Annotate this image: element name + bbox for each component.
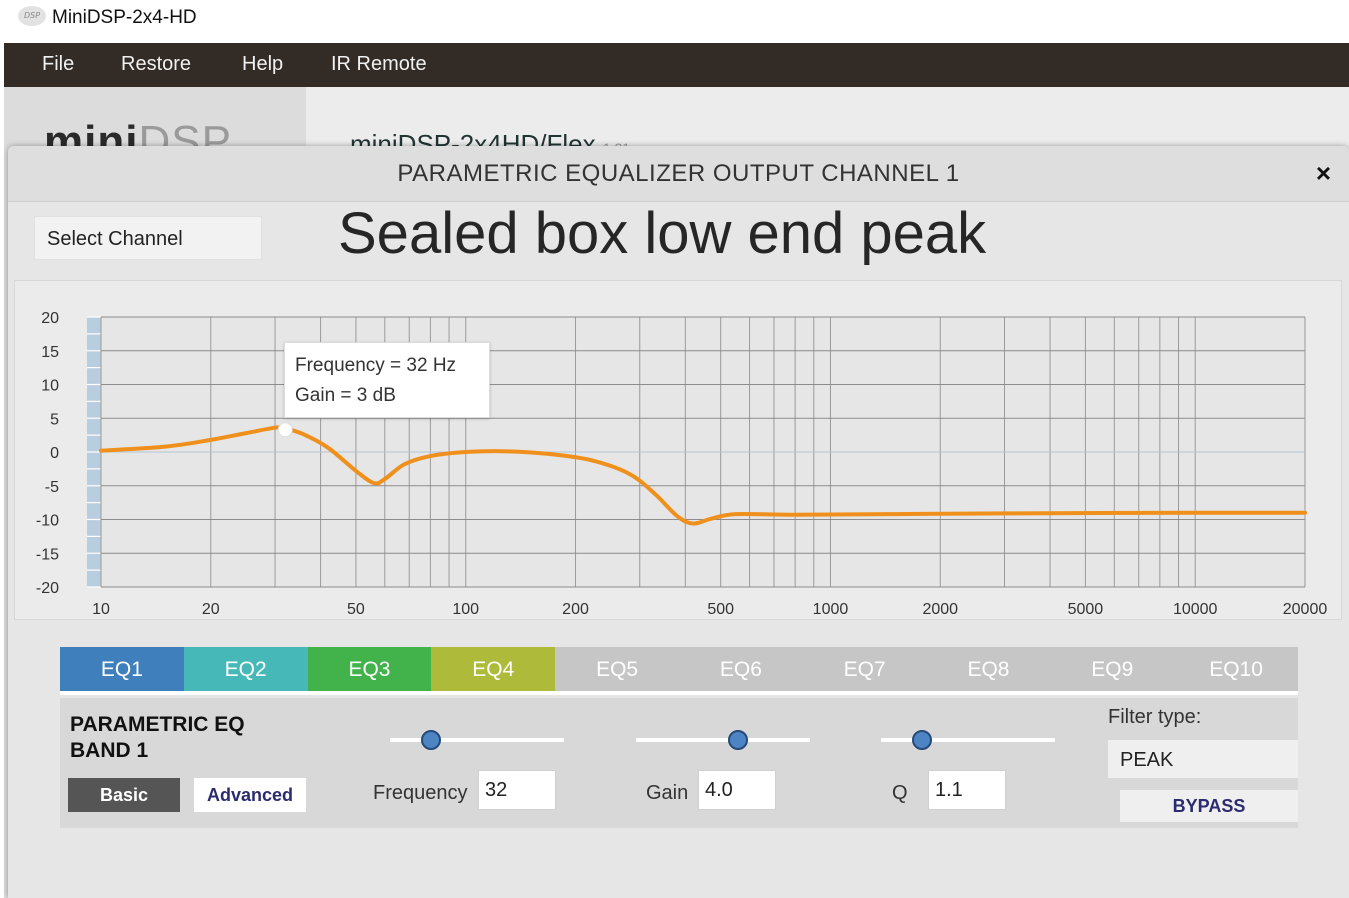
tab-eq7[interactable]: EQ7 xyxy=(802,647,927,693)
y-tick-label: -10 xyxy=(36,513,59,530)
frequency-label: Frequency xyxy=(373,782,468,804)
tab-eq5[interactable]: EQ5 xyxy=(555,647,679,693)
tab-eq9[interactable]: EQ9 xyxy=(1050,647,1175,693)
menu-ir-remote[interactable]: IR Remote xyxy=(331,53,427,76)
select-channel-button[interactable]: Select Channel xyxy=(34,216,262,260)
x-tick-label: 20000 xyxy=(1283,601,1328,618)
frequency-slider[interactable] xyxy=(390,728,564,752)
basic-button[interactable]: Basic xyxy=(68,778,180,812)
close-icon[interactable]: × xyxy=(1316,158,1331,189)
q-label: Q xyxy=(892,782,908,804)
dialog-header: PARAMETRIC EQUALIZER OUTPUT CHANNEL 1 × xyxy=(8,146,1349,202)
menu-file[interactable]: File xyxy=(42,53,74,76)
q-input[interactable] xyxy=(928,770,1006,810)
y-tick-label: 20 xyxy=(41,310,59,327)
tab-eq8[interactable]: EQ8 xyxy=(926,647,1051,693)
menu-help[interactable]: Help xyxy=(242,53,283,76)
band-title: PARAMETRIC EQ BAND 1 xyxy=(70,713,245,762)
x-tick-label: 20 xyxy=(202,601,220,618)
x-tick-label: 2000 xyxy=(922,601,958,618)
y-tick-label: -15 xyxy=(36,546,59,563)
curve-hover-marker xyxy=(277,422,293,438)
q-slider-thumb[interactable] xyxy=(911,730,932,750)
x-tick-label: 10 xyxy=(92,601,110,618)
filter-type-label: Filter type: xyxy=(1108,706,1202,728)
x-tick-label: 100 xyxy=(452,601,479,618)
q-slider[interactable] xyxy=(881,728,1055,752)
tooltip-gain: Gain = 3 dB xyxy=(295,385,396,406)
x-tick-label: 1000 xyxy=(813,601,849,618)
x-tick-label: 50 xyxy=(347,601,365,618)
x-tick-label: 200 xyxy=(562,601,589,618)
window-titlebar: DSP MiniDSP-2x4-HD xyxy=(0,0,1349,42)
tab-eq1[interactable]: EQ1 xyxy=(60,647,184,693)
y-tick-label: 15 xyxy=(41,344,59,361)
frequency-input[interactable] xyxy=(478,770,556,810)
gain-slider-track xyxy=(636,738,810,742)
menu-bar: File Restore Help IR Remote xyxy=(4,43,1349,87)
caption-text: Sealed box low end peak xyxy=(338,201,987,266)
gain-slider-thumb[interactable] xyxy=(728,730,749,750)
frequency-slider-thumb[interactable] xyxy=(420,730,441,750)
menu-restore[interactable]: Restore xyxy=(121,53,191,76)
eq-band-tabs: EQ1 EQ2 EQ3 EQ4 EQ5 EQ6 EQ7 EQ8 EQ9 EQ10 xyxy=(60,647,1298,693)
dialog-title: PARAMETRIC EQUALIZER OUTPUT CHANNEL 1 xyxy=(397,160,960,187)
tab-eq3[interactable]: EQ3 xyxy=(307,647,432,693)
x-tick-label: 5000 xyxy=(1068,601,1104,618)
tooltip-frequency: Frequency = 32 Hz xyxy=(295,355,457,376)
y-tick-label: 5 xyxy=(50,411,59,428)
tab-underline xyxy=(60,691,1298,695)
y-tick-label: -20 xyxy=(36,580,59,597)
gain-label: Gain xyxy=(646,782,689,804)
chart-svg: 20151050-5-10-15-2010 20 50 100 200 500 1000 20… xyxy=(36,310,1328,618)
y-tick-label: 10 xyxy=(41,378,59,395)
tab-eq2[interactable]: EQ2 xyxy=(183,647,308,693)
y-tick-label: 0 xyxy=(50,445,59,462)
app-icon: DSP xyxy=(18,6,46,26)
bypass-button[interactable]: BYPASS xyxy=(1120,790,1298,822)
x-tick-label: 500 xyxy=(707,601,734,618)
tab-eq4[interactable]: EQ4 xyxy=(431,647,556,693)
eq-response-chart[interactable]: 20 15 10 5 0 -5 -10 -15 -20 10 20 50 100 200 500 1000 20… xyxy=(14,280,1342,620)
filter-type-select[interactable]: PEAK xyxy=(1108,740,1298,778)
tab-eq10[interactable]: EQ10 xyxy=(1174,647,1298,693)
gain-input[interactable] xyxy=(698,770,776,810)
chart-tooltip: Frequency = 32 Hz Gain = 3 dB xyxy=(284,342,490,418)
y-tick-label: -5 xyxy=(45,479,59,496)
gain-slider[interactable] xyxy=(636,728,810,752)
peq-dialog: PARAMETRIC EQUALIZER OUTPUT CHANNEL 1 × … xyxy=(8,146,1349,898)
advanced-button[interactable]: Advanced xyxy=(194,778,306,812)
x-tick-label: 10000 xyxy=(1173,601,1218,618)
frequency-slider-track xyxy=(390,738,564,742)
window-title: MiniDSP-2x4-HD xyxy=(52,7,197,28)
tab-eq6[interactable]: EQ6 xyxy=(678,647,803,693)
q-slider-track xyxy=(881,738,1055,742)
band-panel: PARAMETRIC EQ BAND 1 Basic Advanced Freq… xyxy=(60,698,1298,828)
